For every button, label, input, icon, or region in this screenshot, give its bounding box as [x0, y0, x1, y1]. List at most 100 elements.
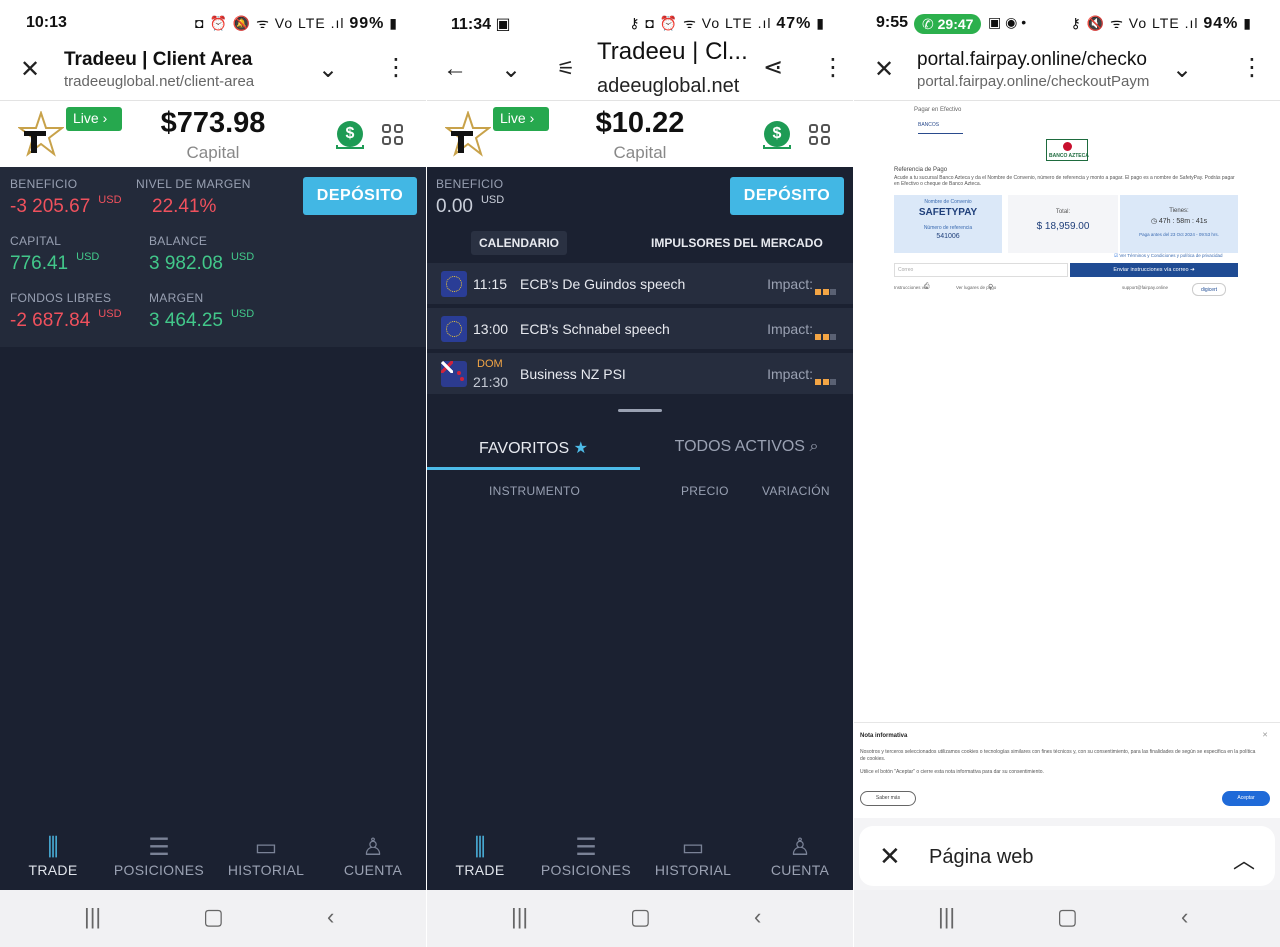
stat-nivel-margen: NIVEL DE MARGEN 22.41% [136, 177, 251, 218]
learn-more-button[interactable]: Saber más [860, 791, 916, 806]
home-icon[interactable]: ▢ [203, 904, 224, 930]
tab-calendario[interactable]: CALENDARIO [471, 231, 567, 255]
apps-grid-icon[interactable] [809, 124, 831, 146]
tab-impulsores[interactable]: IMPULSORES DEL MERCADO [651, 236, 823, 250]
candlestick-icon: ⫼ [474, 834, 486, 861]
nav-label: HISTORIAL [227, 862, 305, 878]
notification-icons: ▣ ◉ • [988, 14, 1027, 30]
chevron-down-icon[interactable]: ⌄ [318, 58, 338, 82]
cookie-notice: Nota informativa ✕ Nosotros y terceros s… [854, 722, 1280, 818]
settings-sliders-icon[interactable]: ⚟ [557, 57, 575, 81]
stat-currency: USD [98, 308, 122, 320]
send-instructions-button[interactable]: Enviar instrucciones vía correo ➔ [1070, 263, 1238, 277]
apps-grid-icon[interactable] [382, 124, 404, 146]
more-vert-icon[interactable]: ⋮ [1240, 56, 1264, 80]
reference-value: 541006 [936, 233, 960, 240]
status-time: 11:34 ▣ [451, 14, 511, 34]
tab-favoritos[interactable]: FAVORITOS ★ [427, 428, 640, 470]
pay-cash-tab[interactable]: Pagar en Efectivo [914, 107, 961, 113]
chevron-down-icon[interactable]: ⌄ [501, 58, 521, 82]
banks-tab[interactable]: BANCOS [918, 122, 963, 134]
nav-account[interactable]: ♙ CUENTA [747, 828, 853, 878]
total-label: Total: [1055, 209, 1071, 215]
close-icon[interactable]: ✕ [879, 841, 901, 872]
convenio-value: SAFETYPAY [918, 207, 978, 218]
calendar-event[interactable]: 13:00 ECB's Schnabel speech Impact: [427, 308, 853, 350]
back-arrow-icon[interactable]: ← [443, 57, 467, 81]
deposit-button[interactable]: DEPÓSITO [730, 177, 844, 215]
back-icon[interactable]: ‹ [754, 904, 761, 930]
panel-tradeeu-account: 10:13 ◘ ⏰ 🔕 ᯤ Vo LTE .ıl 99% ▮ ✕ Tradeeu… [0, 0, 426, 947]
printer-icon[interactable]: ⎙ [924, 283, 930, 291]
user-icon: ♙ [789, 834, 811, 861]
event-name: Business NZ PSI [520, 366, 626, 382]
back-icon[interactable]: ‹ [1181, 904, 1188, 930]
chevron-down-icon[interactable]: ⌄ [1172, 58, 1192, 82]
nav-positions[interactable]: ☰ POSICIONES [106, 828, 212, 878]
search-icon: ⌕ [809, 438, 819, 455]
nav-trade[interactable]: ⫼ TRADE [0, 828, 106, 878]
home-icon[interactable]: ▢ [1057, 904, 1078, 930]
map-pin-icon[interactable]: ⚲ [988, 283, 993, 291]
drag-handle[interactable] [618, 409, 662, 412]
deposit-money-icon[interactable]: $ [337, 121, 363, 147]
more-vert-icon[interactable]: ⋮ [821, 56, 845, 80]
status-time: 9:55 [876, 14, 909, 31]
accept-button[interactable]: Aceptar [1222, 791, 1270, 806]
money-tray-icon [336, 145, 364, 149]
bank-logo-text: BANCO AZTECA [1049, 153, 1089, 159]
cookie-body: Nosotros y terceros seleccionados utiliz… [860, 749, 1256, 762]
share-icon[interactable]: ⋖ [763, 56, 783, 80]
calendar-event[interactable]: 11:15 ECB's De Guindos speech Impact: [427, 263, 853, 305]
chevron-up-icon[interactable]: ︿ [1233, 843, 1255, 875]
terms-link[interactable]: Ver Términos y Condiciones y política de… [1119, 253, 1222, 258]
sheet-label: Página web [929, 846, 1034, 868]
close-icon[interactable]: ✕ [1262, 731, 1268, 739]
system-navigation: ||| ▢ ‹ [427, 890, 853, 947]
stat-number: -2 687.84 [10, 310, 91, 331]
call-timer-badge[interactable]: ✆ 29:47 [914, 14, 982, 34]
stat-value: 0.00 USD [436, 194, 504, 218]
chevron-right-icon: › [529, 110, 535, 126]
deposit-button[interactable]: DEPÓSITO [303, 177, 417, 215]
impact-level-icon [815, 372, 843, 385]
column-price: PRECIO [681, 484, 729, 498]
convenio-box: Nombre de Convenio SAFETYPAY Número de r… [894, 195, 1002, 253]
recents-icon[interactable]: ||| [84, 904, 101, 930]
tradeeu-logo-icon [445, 111, 491, 157]
recents-icon[interactable]: ||| [938, 904, 955, 930]
payment-instructions: Acude a tu sucursal Banco Azteca y da el… [894, 175, 1235, 187]
stat-label: BENEFICIO [436, 177, 504, 191]
deposit-money-icon[interactable]: $ [764, 121, 790, 147]
support-email[interactable]: support@fairpay.online [1122, 285, 1168, 290]
tab-todos-activos[interactable]: TODOS ACTIVOS ⌕ [640, 428, 853, 470]
tab-label: TODOS ACTIVOS [674, 438, 805, 455]
event-impact-label: Impact: [767, 366, 813, 382]
account-header: Live › $10.22 Capital $ [427, 101, 853, 167]
nav-positions[interactable]: ☰ POSICIONES [533, 828, 639, 878]
nav-history[interactable]: ▭ HISTORIAL [213, 828, 319, 878]
nav-trade[interactable]: ⫼ TRADE [427, 828, 533, 878]
close-icon[interactable]: ✕ [874, 58, 894, 82]
terms-checkbox[interactable]: ☑ Ver Términos y Condiciones y política … [1114, 253, 1223, 259]
account-header: Live › $773.98 Capital $ [0, 101, 426, 167]
checkout-page: Pagar en Efectivo BANCOS BANCO AZTECA Re… [888, 103, 1240, 303]
calendar-event[interactable]: DOM 21:30 Business NZ PSI Impact: [427, 353, 853, 395]
close-icon[interactable]: ✕ [20, 58, 40, 82]
back-icon[interactable]: ‹ [327, 904, 334, 930]
email-field[interactable]: Correo [894, 263, 1068, 277]
capital-label: Capital [186, 143, 240, 162]
stat-label: BALANCE [149, 234, 208, 248]
battery-percent: 99% [349, 15, 385, 32]
stat-currency: USD [230, 251, 255, 263]
status-icon-group: ⚷ 🔇 ᯤ Vo LTE .ıl [1070, 15, 1199, 31]
recents-icon[interactable]: ||| [511, 904, 528, 930]
call-duration: 29:47 [937, 16, 974, 32]
nav-label: POSICIONES [540, 862, 632, 878]
home-icon[interactable]: ▢ [630, 904, 651, 930]
capital-amount: $773.98 [160, 107, 266, 139]
nav-history[interactable]: ▭ HISTORIAL [640, 828, 746, 878]
more-vert-icon[interactable]: ⋮ [384, 56, 408, 80]
nav-account[interactable]: ♙ CUENTA [320, 828, 426, 878]
eu-flag-icon [441, 316, 467, 342]
